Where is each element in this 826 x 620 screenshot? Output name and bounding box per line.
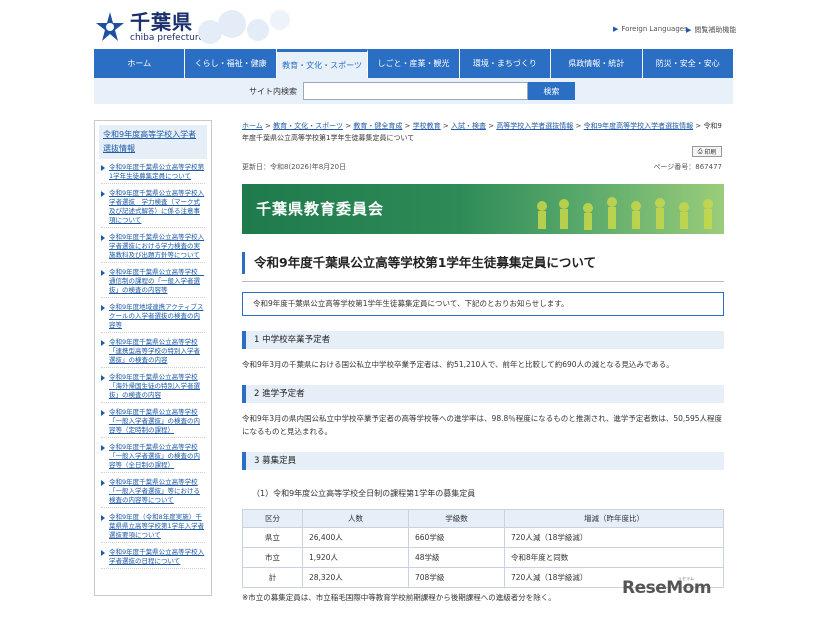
section-heading: 1 中学校卒業予定者 [242, 331, 724, 349]
search-input[interactable] [303, 82, 528, 100]
arrow-right-icon: ▶ [613, 25, 619, 33]
sidebar-item[interactable]: 令和9年度千葉県公立高等学校「連携型高等学校の特別入学者選抜」の検査の内容 [101, 338, 205, 368]
table-cell: 令和8年度と同数 [504, 547, 724, 568]
sidebar-item[interactable]: 令和9年度千葉県公立高等学校「海外帰国生徒の特別入学者選抜」の検査の内容 [101, 373, 205, 403]
print-button[interactable]: ⎙ 印刷 [692, 146, 722, 157]
breadcrumb: ホーム > 教育・文化・スポーツ > 教育・健全育成 > 学校教育 > 入試・検… [242, 122, 722, 142]
board-of-education-banner: 千葉県教育委員会 [242, 184, 724, 234]
breadcrumb-link[interactable]: 学校教育 [413, 122, 441, 130]
table-cell: 計 [242, 567, 303, 588]
arrow-right-icon: ▶ [686, 26, 692, 34]
nav-disaster-safety[interactable]: 防災・安全・安心 [642, 49, 733, 78]
section-body: 令和9年3月の県内国公私立中学校卒業予定者の高等学校等への進学率は、98.8％程… [242, 414, 723, 436]
search-button[interactable]: 検索 [528, 82, 575, 100]
site-search-bar: サイト内検索 検索 [94, 78, 733, 104]
table-cell: 28,320人 [302, 567, 409, 588]
table-cell: 県立 [242, 527, 303, 548]
resemom-watermark: ReseMom [622, 578, 712, 598]
table-cell: 708学級 [408, 567, 505, 588]
nav-prefecture-info-statistics[interactable]: 県政情報・統計 [551, 49, 643, 78]
table-row: 市立 1,920人 48学級 令和8年度と同数 [242, 547, 724, 568]
section-heading: 2 進学予定者 [242, 385, 724, 403]
sidebar-item[interactable]: 令和9年度地域連携アクティブスクールの入学者選抜の検査の内容等 [101, 303, 205, 333]
sidebar-item[interactable]: 令和9年度千葉県公立高等学校入学者選抜の日程について [101, 548, 205, 569]
table-cell: 660学級 [408, 527, 505, 548]
breadcrumb-link[interactable]: 教育・健全育成 [353, 122, 402, 130]
table-note: ※市立の募集定員は、市立稲毛国際中等教育学校前期課程から後期課程への進級者分を除… [242, 593, 556, 602]
breadcrumb-link[interactable]: 高等学校入学者選抜情報 [496, 122, 573, 130]
nav-living-welfare-health[interactable]: くらし・福祉・健康 [185, 49, 277, 78]
intro-box: 令和9年度千葉県公立高等学校第1学年生徒募集定員について、下記のとおりお知らせし… [242, 292, 724, 316]
breadcrumb-link[interactable]: 教育・文化・スポーツ [273, 122, 343, 130]
nav-home[interactable]: ホーム [94, 49, 186, 78]
column-header: 区分 [242, 509, 303, 528]
breadcrumb-link[interactable]: 令和9年度高等学校入学者選抜情報 [584, 122, 693, 130]
table-cell: 市立 [242, 547, 303, 568]
banner-title: 千葉県教育委員会 [256, 200, 385, 218]
accessibility-link[interactable]: ▶ 閲覧補助機能 [686, 25, 736, 35]
breadcrumb-link[interactable]: ホーム [242, 122, 263, 130]
updated-date: 更新日：令和8(2026)年8月20日 [242, 163, 347, 171]
nav-education-culture-sports[interactable]: 教育・文化・スポーツ [276, 49, 369, 78]
sidebar-item[interactable]: 令和9年度千葉県公立高等学校第1学年生徒募集定員について [101, 163, 205, 184]
table-cell: 48学級 [408, 547, 505, 568]
foreign-languages-link[interactable]: ▶ Foreign Languages [613, 25, 688, 33]
column-header: 人数 [302, 509, 409, 528]
enrollment-table: 区分 人数 学級数 増減（昨年度比） 県立 26,400人 660学級 720人… [242, 509, 724, 588]
search-label: サイト内検索 [249, 87, 297, 96]
page-number: ページ番号：867477 [653, 163, 722, 171]
sidebar-item[interactable]: 令和9年度千葉県公立高等学校「一般入学者選抜」の検査の内容等（定時制の課程） [101, 408, 205, 438]
printer-icon: ⎙ [697, 147, 705, 155]
sidebar: 令和9年度高等学校入学者選抜情報 令和9年度千葉県公立高等学校第1学年生徒募集定… [94, 120, 212, 596]
table-cell: 26,400人 [302, 527, 409, 548]
resemom-watermark-sub: リセマム [678, 576, 694, 581]
chiba-emblem-icon [96, 12, 124, 41]
table-cell: 1,920人 [302, 547, 409, 568]
sidebar-item[interactable]: 令和9年度千葉県公立高等学校入学者選抜における学力検査の実施教科及び出題方針等に… [101, 233, 205, 263]
sidebar-item[interactable]: 令和9年度千葉県公立高等学校「一般入学者選抜」等における検査の内容等について [101, 478, 205, 508]
page-title: 令和9年度千葉県公立高等学校第1学年生徒募集定員について [242, 248, 724, 282]
table-cell: 720人減（18学級減） [504, 527, 724, 548]
sidebar-item[interactable]: 令和9年度千葉県公立高等学校入学者選抜 学力検査（マーク式及び記述式解答）に係る… [101, 189, 205, 228]
sidebar-heading[interactable]: 令和9年度高等学校入学者選抜情報 [99, 125, 207, 159]
nav-environment-town[interactable]: 環境・まちづくり [459, 49, 552, 78]
column-header: 学級数 [408, 509, 505, 528]
sidebar-item[interactable]: 令和9年度千葉県公立高等学校「一般入学者選抜」の検査の内容等（全日制の課程） [101, 443, 205, 473]
nav-work-industry-tourism[interactable]: しごと・産業・観光 [368, 49, 460, 78]
breadcrumb-link[interactable]: 入試・検査 [451, 122, 486, 130]
global-nav: ホーム くらし・福祉・健康 教育・文化・スポーツ しごと・産業・観光 環境・まち… [94, 49, 733, 78]
table-header-row: 区分 人数 学級数 増減（昨年度比） [242, 509, 724, 528]
column-header: 増減（昨年度比） [504, 509, 724, 528]
table-row: 県立 26,400人 660学級 720人減（18学級減） [242, 527, 724, 548]
sidebar-list: 令和9年度千葉県公立高等学校第1学年生徒募集定員について 令和9年度千葉県公立高… [95, 163, 211, 569]
table-caption: （1）令和9年度公立高等学校全日制の課程第1学年の募集定員 [252, 489, 476, 498]
section-heading: 3 募集定員 [242, 452, 724, 470]
header-decoration-icon [198, 10, 290, 44]
sidebar-item[interactable]: 令和9年度（令和8年度実施）千葉県県立高等学校第1学年入学者選抜要項について [101, 513, 205, 543]
section-body: 令和9年3月の千葉県における国公私立中学校卒業予定者は、約51,210人で、前年… [242, 360, 674, 369]
sidebar-item[interactable]: 令和9年度千葉県公立高等学校 通信制の課程の「一般入学者選抜」の検査の内容等 [101, 268, 205, 298]
site-logo[interactable]: 千葉県 chiba prefecture [94, 11, 204, 43]
